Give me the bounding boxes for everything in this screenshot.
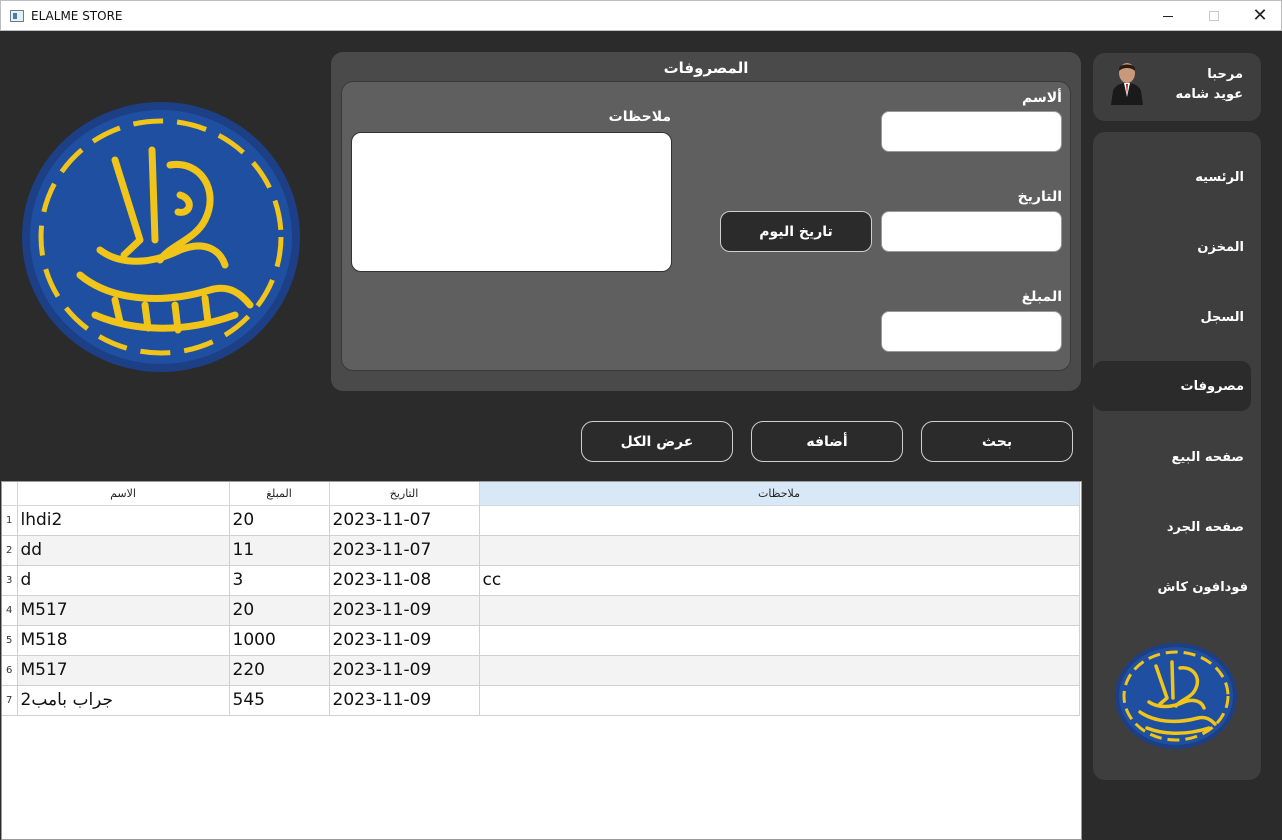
nav-item-sales[interactable]: صفحه البيع (1093, 432, 1261, 482)
cell-name[interactable]: M517 (17, 595, 230, 626)
cell-date[interactable]: 2023-11-09 (329, 625, 480, 656)
table-row[interactable]: 2 dd 11 2023-11-07 (2, 535, 1080, 566)
table-row[interactable]: 1 lhdi2 20 2023-11-07 (2, 505, 1080, 536)
cell-date[interactable]: 2023-11-09 (329, 685, 480, 716)
maximize-icon (1209, 11, 1219, 21)
cell-notes[interactable] (479, 595, 1080, 626)
cell-name[interactable]: lhdi2 (17, 505, 230, 536)
minimize-icon (1163, 15, 1173, 17)
cell-amount[interactable]: 545 (229, 685, 330, 716)
form-inner: ألاسم التاريخ تاريخ اليوم المبلغ ملاحظات (341, 81, 1071, 371)
table-header-row: الاسم المبلغ التاريخ ملاحظات (2, 482, 1080, 506)
notes-label: ملاحظات (608, 109, 671, 125)
search-button[interactable]: بحث (921, 421, 1073, 462)
cell-name[interactable]: d (17, 565, 230, 596)
nav-item-stocktake[interactable]: صفحه الجرد (1093, 502, 1261, 552)
greeting-text: مرحبا (1207, 67, 1243, 82)
expenses-form-panel: المصروفات ألاسم التاريخ تاريخ اليوم المب… (331, 52, 1081, 391)
cell-date[interactable]: 2023-11-09 (329, 655, 480, 686)
cell-name[interactable]: جراب بامب2 (17, 685, 230, 716)
cell-date[interactable]: 2023-11-08 (329, 565, 480, 596)
today-date-button[interactable]: تاريخ اليوم (720, 211, 872, 252)
cell-notes[interactable] (479, 505, 1080, 536)
row-number[interactable]: 2 (2, 535, 18, 566)
minimize-button[interactable] (1145, 1, 1191, 31)
cell-amount[interactable]: 11 (229, 535, 330, 566)
store-logo-large (22, 102, 300, 372)
store-logo-small (1115, 643, 1237, 749)
cell-name[interactable]: M517 (17, 655, 230, 686)
window-title: ELALME STORE (31, 9, 123, 23)
cell-notes[interactable]: cc (479, 565, 1080, 596)
cell-date[interactable]: 2023-11-07 (329, 535, 480, 566)
date-input[interactable] (881, 211, 1062, 252)
user-greeting-block: مرحبا عويد شامه (1175, 65, 1243, 105)
user-card: مرحبا عويد شامه (1093, 53, 1261, 121)
cell-date[interactable]: 2023-11-07 (329, 505, 480, 536)
cell-name[interactable]: dd (17, 535, 230, 566)
nav-item-home[interactable]: الرئسيه (1093, 152, 1261, 202)
cell-amount[interactable]: 20 (229, 505, 330, 536)
column-header-name[interactable]: الاسم (17, 482, 230, 506)
user-name: عويد شامه (1175, 87, 1243, 102)
column-header-notes[interactable]: ملاحظات (479, 482, 1080, 506)
row-number[interactable]: 6 (2, 655, 18, 686)
close-icon: ✕ (1252, 5, 1268, 26)
nav-item-inventory[interactable]: المخزن (1093, 222, 1261, 272)
row-number[interactable]: 4 (2, 595, 18, 626)
cell-amount[interactable]: 220 (229, 655, 330, 686)
app-icon (10, 10, 24, 22)
date-label: التاريخ (1017, 189, 1062, 205)
table-row[interactable]: 7 جراب بامب2 545 2023-11-09 (2, 685, 1080, 716)
cell-amount[interactable]: 1000 (229, 625, 330, 656)
table-row[interactable]: 6 M517 220 2023-11-09 (2, 655, 1080, 686)
row-number[interactable]: 7 (2, 685, 18, 716)
cell-amount[interactable]: 20 (229, 595, 330, 626)
row-number[interactable]: 3 (2, 565, 18, 596)
column-header-date[interactable]: التاريخ (329, 482, 480, 506)
cell-notes[interactable] (479, 535, 1080, 566)
amount-input[interactable] (881, 311, 1062, 352)
maximize-button[interactable] (1191, 1, 1237, 31)
show-all-button[interactable]: عرض الكل (581, 421, 733, 462)
close-button[interactable]: ✕ (1237, 1, 1282, 31)
cell-notes[interactable] (479, 625, 1080, 656)
column-header-amount[interactable]: المبلغ (229, 482, 330, 506)
table-row[interactable]: 4 M517 20 2023-11-09 (2, 595, 1080, 626)
user-avatar-icon (1111, 63, 1143, 105)
title-bar: ELALME STORE ✕ (0, 0, 1282, 31)
panel-title: المصروفات (663, 59, 749, 77)
table-row[interactable]: 5 M518 1000 2023-11-09 (2, 625, 1080, 656)
amount-label: المبلغ (1021, 289, 1062, 305)
cell-notes[interactable] (479, 685, 1080, 716)
cell-date[interactable]: 2023-11-09 (329, 595, 480, 626)
nav-item-log[interactable]: السجل (1093, 292, 1261, 342)
row-number[interactable]: 1 (2, 505, 18, 536)
expenses-table[interactable]: الاسم المبلغ التاريخ ملاحظات 1 lhdi2 20 … (1, 481, 1082, 840)
nav-item-expenses[interactable]: مصروفات (1093, 361, 1251, 411)
notes-textarea[interactable] (351, 132, 672, 272)
cell-amount[interactable]: 3 (229, 565, 330, 596)
nav-item-vodafone-cash[interactable]: فودافون كاش (1093, 562, 1261, 612)
name-label: ألاسم (1022, 90, 1062, 106)
table-row[interactable]: 3 d 3 2023-11-08 cc (2, 565, 1080, 596)
name-input[interactable] (881, 111, 1062, 152)
cell-notes[interactable] (479, 655, 1080, 686)
add-button[interactable]: أضافه (751, 421, 903, 462)
row-number[interactable]: 5 (2, 625, 18, 656)
corner-cell[interactable] (2, 482, 18, 506)
cell-name[interactable]: M518 (17, 625, 230, 656)
